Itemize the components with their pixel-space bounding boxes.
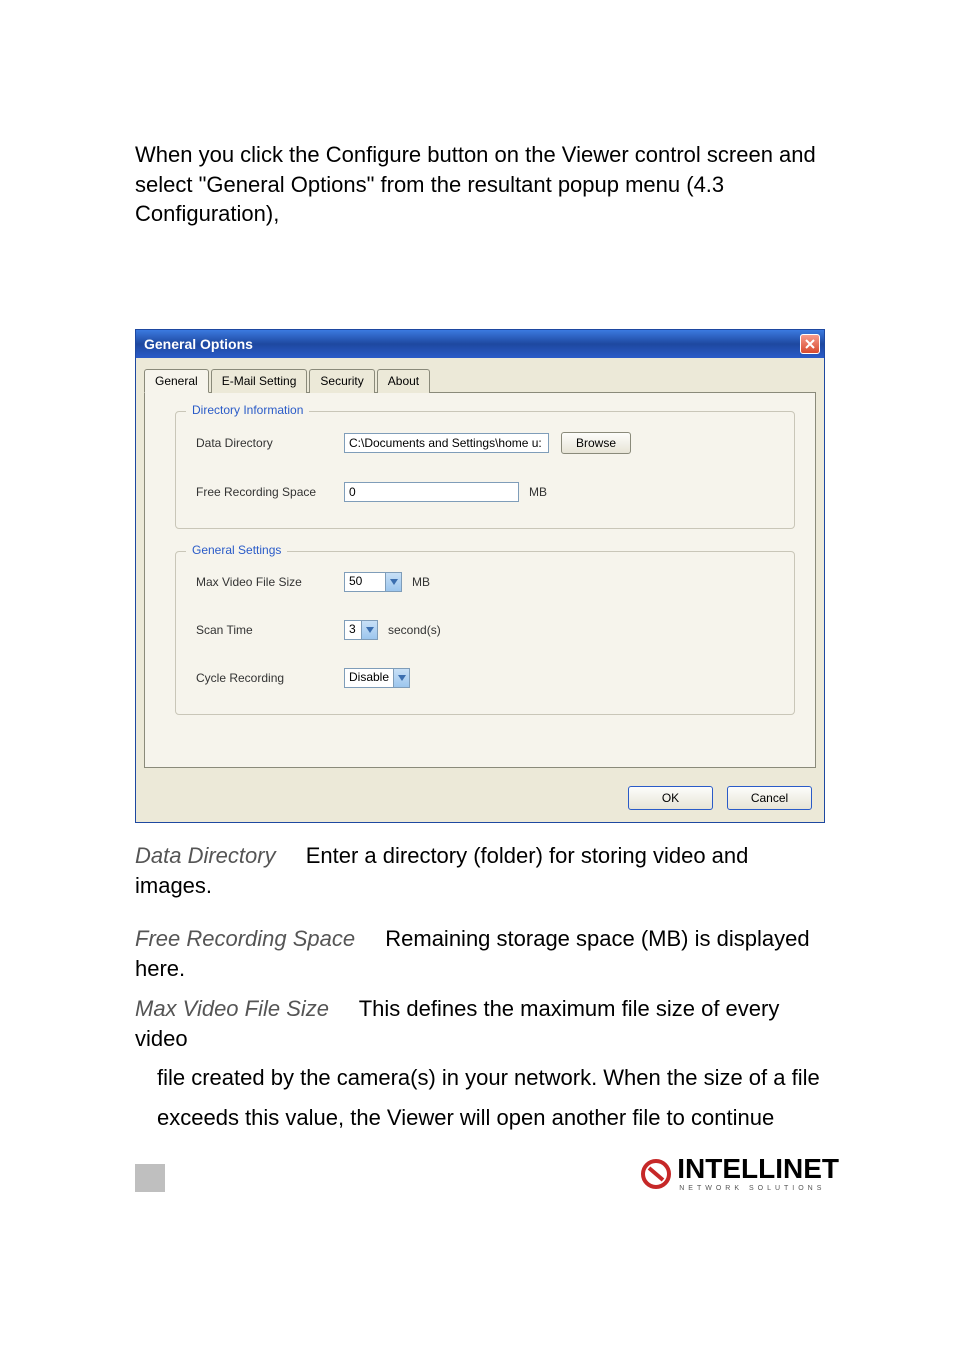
combo-cycle-recording[interactable]: Disable: [344, 668, 410, 688]
desc-mvfs-2: file created by the camera(s) in your ne…: [135, 1063, 829, 1093]
input-free-space[interactable]: [344, 482, 519, 502]
intro-paragraph: When you click the Configure button on t…: [135, 140, 829, 229]
logo-sub-text: NETWORK SOLUTIONS: [679, 1185, 825, 1192]
unit-seconds: second(s): [388, 623, 441, 637]
def-max-video-file-size: Max Video File Size This defines the max…: [135, 994, 829, 1053]
label-scan-time: Scan Time: [196, 623, 344, 637]
group-title-settings: General Settings: [186, 543, 287, 557]
group-general-settings: General Settings Max Video File Size 50 …: [175, 551, 795, 715]
tab-about[interactable]: About: [377, 369, 430, 393]
row-max-file-size: Max Video File Size 50 MB: [196, 572, 778, 592]
close-button[interactable]: [800, 334, 820, 354]
label-cycle-recording: Cycle Recording: [196, 671, 344, 685]
row-free-space: Free Recording Space MB: [196, 482, 778, 502]
dialog-title: General Options: [144, 336, 253, 352]
titlebar: General Options: [136, 330, 824, 358]
group-title-directory: Directory Information: [186, 403, 309, 417]
combo-val-scan: 3: [345, 621, 361, 639]
group-directory-info: Directory Information Data Directory Bro…: [175, 411, 795, 529]
tab-email[interactable]: E-Mail Setting: [211, 369, 308, 393]
page-mark: [135, 1164, 165, 1192]
label-free-space: Free Recording Space: [196, 485, 344, 499]
combo-val-cycle: Disable: [345, 669, 393, 687]
general-options-dialog: General Options General E-Mail Setting S…: [135, 329, 825, 823]
term-data-directory: Data Directory: [135, 843, 276, 868]
combo-scan-time[interactable]: 3: [344, 620, 378, 640]
label-data-directory: Data Directory: [196, 436, 344, 450]
tab-security[interactable]: Security: [309, 369, 374, 393]
chevron-down-icon: [393, 669, 409, 687]
tabs: General E-Mail Setting Security About: [144, 368, 816, 393]
definitions: Data Directory Enter a directory (folder…: [135, 841, 829, 1133]
chevron-down-icon: [385, 573, 401, 591]
row-scan-time: Scan Time 3 second(s): [196, 620, 778, 640]
label-max-file-size: Max Video File Size: [196, 575, 344, 589]
tab-panel-general: Directory Information Data Directory Bro…: [144, 393, 816, 768]
dialog-footer: OK Cancel: [136, 776, 824, 822]
input-data-directory[interactable]: [344, 433, 549, 453]
unit-mb-free: MB: [529, 485, 547, 499]
chevron-down-icon: [361, 621, 377, 639]
tab-general[interactable]: General: [144, 369, 209, 393]
row-cycle-recording: Cycle Recording Disable: [196, 668, 778, 688]
browse-button[interactable]: Browse: [561, 432, 631, 454]
cancel-button[interactable]: Cancel: [727, 786, 812, 810]
combo-max-file-size[interactable]: 50: [344, 572, 402, 592]
term-frs: Free Recording Space: [135, 926, 355, 951]
tab-container: General E-Mail Setting Security About Di…: [136, 358, 824, 776]
close-icon: [804, 338, 816, 350]
unit-mb-max: MB: [412, 575, 430, 589]
logo-main-text: INTELLINET: [677, 1155, 839, 1183]
def-free-recording-space: Free Recording Space Remaining storage s…: [135, 924, 829, 983]
logo-icon: [639, 1159, 673, 1189]
logo: INTELLINET NETWORK SOLUTIONS: [639, 1155, 839, 1192]
def-data-directory: Data Directory Enter a directory (folder…: [135, 841, 829, 900]
combo-val-max: 50: [345, 573, 385, 591]
row-data-directory: Data Directory Browse: [196, 432, 778, 454]
term-mvfs: Max Video File Size: [135, 996, 329, 1021]
desc-mvfs-3: exceeds this value, the Viewer will open…: [135, 1103, 829, 1133]
ok-button[interactable]: OK: [628, 786, 713, 810]
